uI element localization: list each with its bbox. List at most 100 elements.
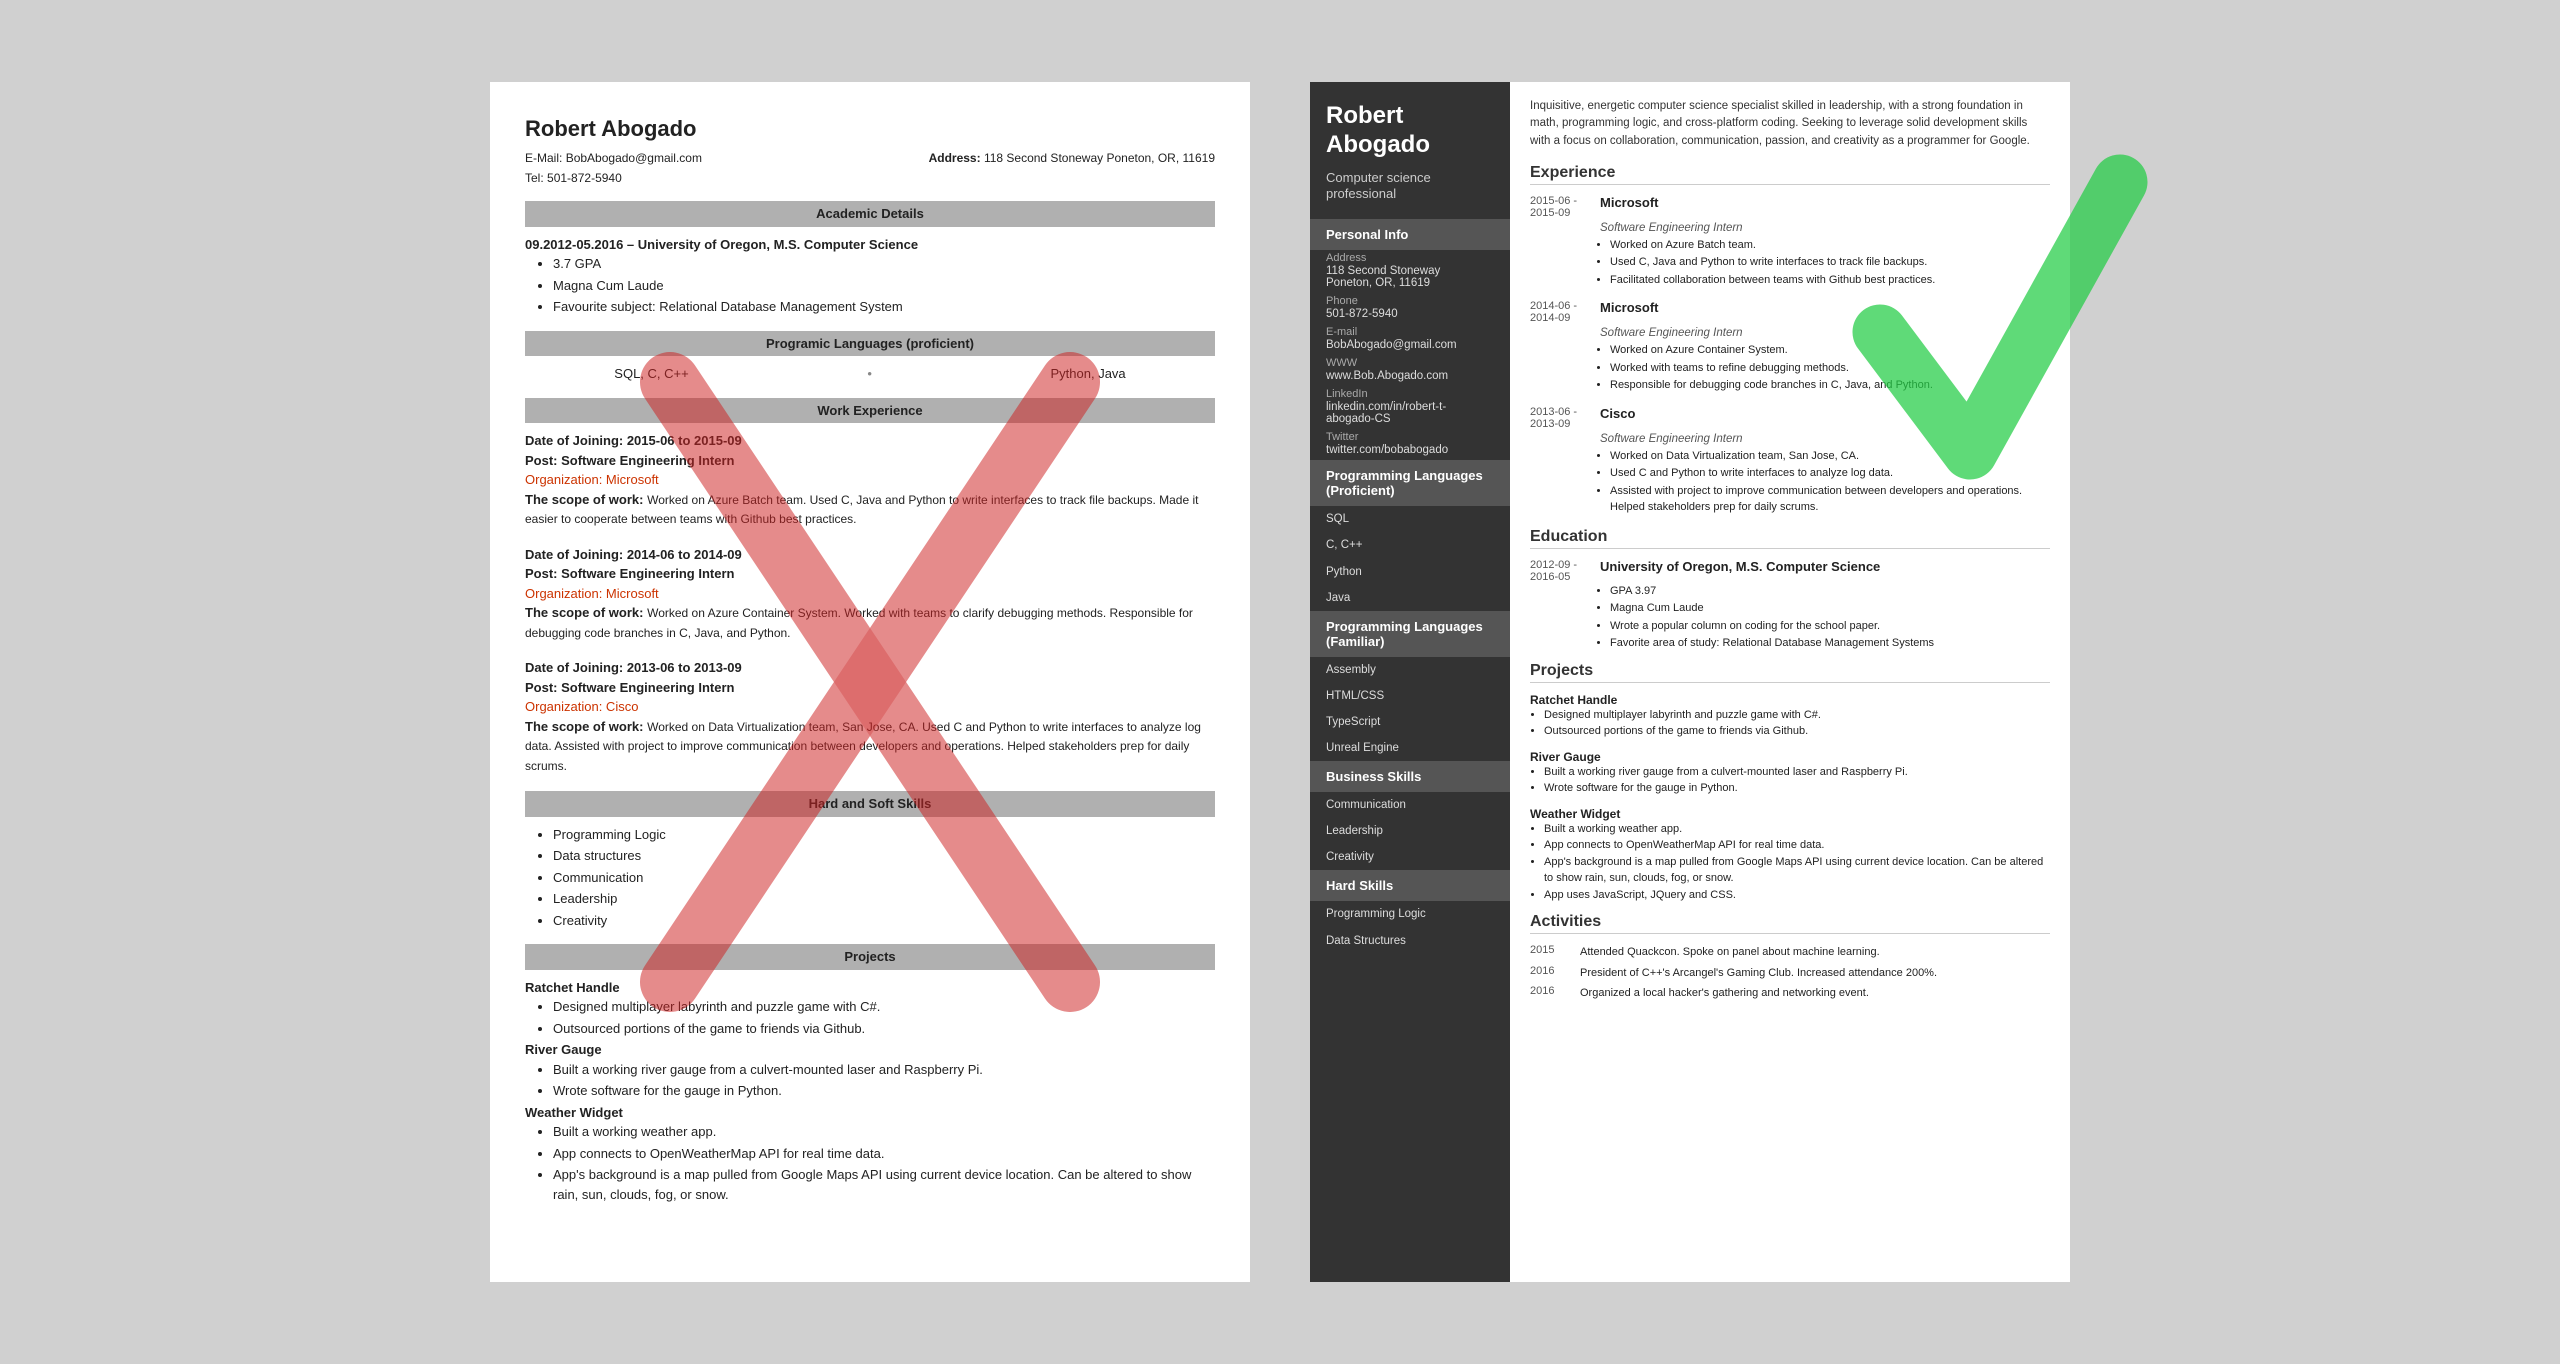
sidebar: RobertAbogado Computer science professio… xyxy=(1310,82,1510,1282)
list-item: Facilitated collaboration between teams … xyxy=(1610,272,2050,289)
exp-entry-2: 2014-06 -2014-09 Microsoft Software Engi… xyxy=(1530,300,2050,394)
phone-value: 501-872-5940 xyxy=(1310,308,1510,324)
left-skills-header: Hard and Soft Skills xyxy=(525,791,1215,817)
right-resume-wrapper: RobertAbogado Computer science professio… xyxy=(1310,82,2070,1282)
list-item: Worked on Azure Batch team. xyxy=(1610,237,2050,254)
proj-entry-1: Ratchet Handle Designed multiplayer laby… xyxy=(1530,693,2050,740)
list-item: SQL xyxy=(1310,506,1510,532)
left-work-header: Work Experience xyxy=(525,398,1215,424)
list-item: Favourite subject: Relational Database M… xyxy=(553,297,1215,317)
list-item: Creativity xyxy=(1310,844,1510,870)
address-value: 118 Second StonewayPoneton, OR, 11619 xyxy=(1310,265,1510,293)
list-item: Built a working river gauge from a culve… xyxy=(1544,764,2050,781)
list-item: Favorite area of study: Relational Datab… xyxy=(1610,635,2050,652)
list-item: Data Structures xyxy=(1310,928,1510,954)
list-item: Communication xyxy=(553,868,1215,888)
right-title: Computer science professional xyxy=(1310,170,1510,220)
list-item: App uses JavaScript, JQuery and CSS. xyxy=(1544,887,2050,904)
left-email: E-Mail: BobAbogado@gmail.com xyxy=(525,149,702,167)
www-label: WWW xyxy=(1310,355,1510,370)
list-item: GPA 3.97 xyxy=(1610,583,2050,600)
list-item: Java xyxy=(1310,585,1510,611)
list-item: App's background is a map pulled from Go… xyxy=(553,1165,1215,1204)
address-label: Address xyxy=(1310,250,1510,265)
list-item: Worked with teams to refine debugging me… xyxy=(1610,360,2050,377)
list-item: Worked on Data Virtualization team, San … xyxy=(1610,448,2050,465)
proj-entry: River Gauge Built a working river gauge … xyxy=(525,1040,1215,1101)
work-entry-1: Date of Joining: 2015-06 to 2015-09 Post… xyxy=(525,431,1215,529)
phone-label: Phone xyxy=(1310,293,1510,308)
left-projects-header: Projects xyxy=(525,944,1215,970)
list-item: Built a working weather app. xyxy=(553,1122,1215,1142)
list-item: Creativity xyxy=(553,911,1215,931)
left-lang-right: Python, Java xyxy=(1051,364,1126,384)
hard-skills-title: Hard Skills xyxy=(1310,870,1510,901)
list-item: Assembly xyxy=(1310,657,1510,683)
list-item: Built a working river gauge from a culve… xyxy=(553,1060,1215,1080)
list-item: Python xyxy=(1310,559,1510,585)
exp-entry-1: 2015-06 -2015-09 Microsoft Software Engi… xyxy=(1530,195,2050,289)
edu-entry: 2012-09 -2016-05 University of Oregon, M… xyxy=(1530,559,2050,652)
list-item: Outsourced portions of the game to frien… xyxy=(553,1019,1215,1039)
right-resume: RobertAbogado Computer science professio… xyxy=(1310,82,2070,1282)
list-item: Leadership xyxy=(553,889,1215,909)
email-value: BobAbogado@gmail.com xyxy=(1310,339,1510,355)
list-item: Responsible for debugging code branches … xyxy=(1610,377,2050,394)
list-item: Designed multiplayer labyrinth and puzzl… xyxy=(1544,707,2050,724)
left-name: Robert Abogado xyxy=(525,112,1215,145)
activities-title: Activities xyxy=(1530,913,2050,934)
list-item: Designed multiplayer labyrinth and puzzl… xyxy=(553,997,1215,1017)
prog-lang-prof-title: Programming Languages (Proficient) xyxy=(1310,460,1510,506)
list-item: App connects to OpenWeatherMap API for r… xyxy=(553,1144,1215,1164)
right-name: RobertAbogado xyxy=(1310,82,1510,170)
linkedin-value: linkedin.com/in/robert-t-abogado-CS xyxy=(1310,401,1510,429)
list-item: Data structures xyxy=(553,846,1215,866)
list-item: Wrote software for the gauge in Python. xyxy=(553,1081,1215,1101)
experience-title: Experience xyxy=(1530,164,2050,185)
projects-list: Ratchet Handle Designed multiplayer laby… xyxy=(1530,693,2050,904)
list-item: Leadership xyxy=(1310,818,1510,844)
left-contact-row: E-Mail: BobAbogado@gmail.com Address: 11… xyxy=(525,149,1215,167)
prog-lang-fam-title: Programming Languages (Familiar) xyxy=(1310,611,1510,657)
proj-entry-2: River Gauge Built a working river gauge … xyxy=(1530,750,2050,797)
business-skills-title: Business Skills xyxy=(1310,761,1510,792)
left-tel: Tel: 501-872-5940 xyxy=(525,169,1215,187)
proj-entry-3: Weather Widget Built a working weather a… xyxy=(1530,807,2050,904)
education-title: Education xyxy=(1530,528,2050,549)
twitter-label: Twitter xyxy=(1310,429,1510,444)
list-item: Magna Cum Laude xyxy=(1610,600,2050,617)
www-value: www.Bob.Abogado.com xyxy=(1310,370,1510,386)
left-lang-left: SQL, C, C++ xyxy=(614,364,688,384)
act-entry: 2016 President of C++'s Arcangel's Gamin… xyxy=(1530,965,2050,982)
list-item: Communication xyxy=(1310,792,1510,818)
left-resume-wrapper: Robert Abogado E-Mail: BobAbogado@gmail.… xyxy=(490,82,1250,1282)
activities-list: 2015 Attended Quackcon. Spoke on panel a… xyxy=(1530,944,2050,1002)
list-item: TypeScript xyxy=(1310,709,1510,735)
work-entry-3: Date of Joining: 2013-06 to 2013-09 Post… xyxy=(525,658,1215,775)
list-item: Unreal Engine xyxy=(1310,735,1510,761)
twitter-value: twitter.com/bobabogado xyxy=(1310,444,1510,460)
list-item: Built a working weather app. xyxy=(1544,821,2050,838)
list-item: Programming Logic xyxy=(553,825,1215,845)
left-academic-list: 3.7 GPA Magna Cum Laude Favourite subjec… xyxy=(553,254,1215,317)
left-academic-entry: 09.2012-05.2016 – University of Oregon, … xyxy=(525,235,1215,317)
proj-entry: Ratchet Handle Designed multiplayer laby… xyxy=(525,978,1215,1039)
main-content: Inquisitive, energetic computer science … xyxy=(1510,82,2070,1282)
list-item: Used C, Java and Python to write interfa… xyxy=(1610,254,2050,271)
list-item: Wrote software for the gauge in Python. xyxy=(1544,780,2050,797)
email-label: E-mail xyxy=(1310,324,1510,339)
list-item: Worked on Azure Container System. xyxy=(1610,342,2050,359)
act-entry: 2015 Attended Quackcon. Spoke on panel a… xyxy=(1530,944,2050,961)
list-item: Outsourced portions of the game to frien… xyxy=(1544,723,2050,740)
left-resume: Robert Abogado E-Mail: BobAbogado@gmail.… xyxy=(490,82,1250,1282)
left-address: Address: 118 Second Stoneway Poneton, OR… xyxy=(929,149,1215,167)
work-entry-2: Date of Joining: 2014-06 to 2014-09 Post… xyxy=(525,545,1215,643)
list-item: C, C++ xyxy=(1310,532,1510,558)
list-item: App's background is a map pulled from Go… xyxy=(1544,854,2050,887)
list-item: HTML/CSS xyxy=(1310,683,1510,709)
exp-entry-3: 2013-06 -2013-09 Cisco Software Engineer… xyxy=(1530,406,2050,516)
left-skills-list: Programming Logic Data structures Commun… xyxy=(553,825,1215,931)
left-academic-header: Academic Details xyxy=(525,201,1215,227)
list-item: Assisted with project to improve communi… xyxy=(1610,483,2050,516)
list-item: App connects to OpenWeatherMap API for r… xyxy=(1544,837,2050,854)
